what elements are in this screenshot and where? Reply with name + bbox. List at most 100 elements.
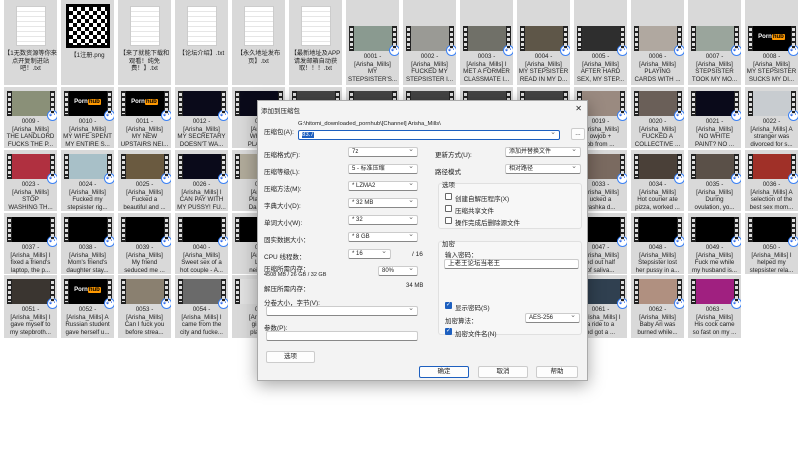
file-tile[interactable]: ↶ 0009 - [Arisha_Mills] THE LANDLORD FUCK… bbox=[4, 87, 57, 148]
file-tile[interactable]: 【最新地址及APP请发邮箱自动获取！！！.txt bbox=[289, 0, 342, 85]
file-tile[interactable]: ↶ 0020 - [Arisha_Mills] FUCKED A COLLECTI… bbox=[631, 87, 684, 148]
encrypt-names-checkbox[interactable]: ✓ bbox=[445, 328, 452, 335]
file-name: 【来了就能下载和观看！纯免费！】.txt bbox=[119, 50, 170, 73]
file-tile[interactable]: ↶ 0039 - [Arisha_Mills] My friend seduced… bbox=[118, 213, 171, 274]
update-select[interactable]: 添加并替换文件 bbox=[505, 146, 581, 157]
file-tile[interactable]: ↶ 0006 - [Arisha_Mills] PLAYING CARDS WIT… bbox=[631, 0, 684, 85]
video-thumbnail: ↶ bbox=[633, 279, 684, 309]
file-name: 0062 - [Arisha_Mills] Baby Ari was burne… bbox=[637, 306, 678, 336]
enc-method-select[interactable]: AES-256 bbox=[525, 312, 580, 323]
shortcut-arrow-icon: ↶ bbox=[787, 236, 798, 247]
shortcut-arrow-icon: ↶ bbox=[160, 236, 171, 247]
file-name: 0006 - [Arisha_Mills] PLAYING CARDS WITH… bbox=[634, 53, 681, 83]
file-name: 0012 - [Arisha_Mills] MY SECRETARY DOESN… bbox=[177, 118, 226, 148]
file-tile[interactable]: ↶ 0040 - [Arisha_Mills] Sweet sex of a ho… bbox=[175, 213, 228, 274]
show-password-checkbox[interactable]: ✓ bbox=[445, 302, 452, 309]
dmem-value: 34 MB bbox=[406, 283, 424, 289]
archive-label: 压缩包(A): bbox=[264, 129, 294, 136]
params-input[interactable] bbox=[266, 331, 418, 341]
file-tile[interactable]: ↶ 0049 - [Arisha_Mills] Fuck me while my … bbox=[688, 213, 741, 274]
file-tile[interactable]: ↶ 0025 - [Arisha_Mills] Fucked a beautifu… bbox=[118, 150, 171, 211]
archive-name-input[interactable]: 83.7 bbox=[298, 129, 560, 140]
file-tile[interactable]: ↶ 0024 - [Arisha_Mills] Fucked my stepsis… bbox=[61, 150, 114, 211]
shortcut-arrow-icon: ↶ bbox=[103, 173, 114, 184]
shortcut-arrow-icon: ↶ bbox=[217, 110, 228, 121]
file-tile[interactable]: 【永久地址发布页】.txt bbox=[232, 0, 285, 85]
file-tile[interactable]: ↶ 0012 - [Arisha_Mills] MY SECRETARY DOES… bbox=[175, 87, 228, 148]
shortcut-arrow-icon: ↶ bbox=[787, 110, 798, 121]
file-tile[interactable]: ↶ 0021 - [Arisha_Mills] NO WHITE PAINT? N… bbox=[688, 87, 741, 148]
word-select[interactable]: * 32 bbox=[348, 214, 418, 225]
dict-select[interactable]: * 32 MB bbox=[348, 197, 418, 208]
file-tile[interactable]: ↶ 0005 - [Arisha_Mills] AFTER HARD SEX, M… bbox=[574, 0, 627, 85]
shared-checkbox[interactable] bbox=[445, 205, 452, 212]
file-name: 0052 - [Arisha_Mills] A Russian student … bbox=[65, 306, 110, 336]
delete-checkbox[interactable] bbox=[445, 217, 452, 224]
file-tile[interactable]: ↶ 0026 - [Arisha_Mills] I CAN PAY WITH MY… bbox=[175, 150, 228, 211]
file-tile[interactable]: ↶ 0054 - [Arisha_Mills] I came from the c… bbox=[175, 275, 228, 338]
file-tile[interactable]: ↶ 0037 - [Arisha_Mills] I fixed a friend'… bbox=[4, 213, 57, 274]
file-tile[interactable]: ↶ 0062 - [Arisha_Mills] Baby Ari was burn… bbox=[631, 275, 684, 338]
text-file-icon bbox=[186, 6, 217, 46]
shortcut-arrow-icon: ↶ bbox=[46, 173, 57, 184]
browse-button[interactable]: ... bbox=[571, 128, 585, 140]
password-input[interactable]: 上老王论坛当老王 bbox=[444, 259, 579, 269]
file-name: 0040 - [Arisha_Mills] Sweet sex of a hot… bbox=[180, 244, 223, 274]
split-select[interactable] bbox=[266, 305, 418, 316]
file-tile[interactable]: ↶ 0035 - [Arisha_Mills] During ovulation,… bbox=[688, 150, 741, 211]
mem-percent-select[interactable]: 80% bbox=[378, 265, 418, 276]
file-tile[interactable]: ↶ 0023 - [Arisha_Mills] STOP WASHING TH..… bbox=[4, 150, 57, 211]
shortcut-arrow-icon: ↶ bbox=[160, 298, 171, 309]
file-tile[interactable]: ↶ 0038 - [Arisha_Mills] Mom's friend's da… bbox=[61, 213, 114, 274]
file-tile[interactable]: 【论坛介绍】.txt bbox=[175, 0, 228, 85]
video-thumbnail: ↶ bbox=[120, 154, 171, 184]
video-thumbnail: ↶ bbox=[177, 217, 228, 247]
close-icon[interactable]: ✕ bbox=[575, 104, 582, 113]
level-select[interactable]: 5 - 标准压缩 bbox=[348, 163, 418, 174]
file-tile[interactable]: Pornhub ↶ 0010 - [Arisha_Mills] MY WIFE SP… bbox=[61, 87, 114, 148]
file-tile[interactable]: ↶ 0003 - [Arisha_Mills] I MET A FORMER CL… bbox=[460, 0, 513, 85]
solid-select[interactable]: * 8 GB bbox=[348, 231, 418, 242]
file-tile[interactable]: ↶ 0001 - [Arisha_Mills] MY STEPSISTER'S..… bbox=[346, 0, 399, 85]
shortcut-arrow-icon: ↶ bbox=[787, 45, 798, 56]
video-thumbnail: ↶ bbox=[747, 91, 798, 121]
file-tile[interactable]: 【1注册.png bbox=[61, 0, 114, 85]
file-tile[interactable]: ↶ 0036 - [Arisha_Mills] A selection of th… bbox=[745, 150, 798, 211]
format-select[interactable]: 7z bbox=[348, 146, 418, 157]
options-button[interactable]: 选项 bbox=[266, 351, 315, 363]
file-tile[interactable]: ↶ 0050 - [Arisha_Mills] I helped my steps… bbox=[745, 213, 798, 274]
method-select[interactable]: * LZMA2 bbox=[348, 180, 418, 191]
file-tile[interactable]: ↶ 0048 - [Arisha_Mills] Stepsister lost h… bbox=[631, 213, 684, 274]
cancel-button[interactable]: 取消 bbox=[478, 366, 528, 378]
shortcut-arrow-icon: ↶ bbox=[616, 110, 627, 121]
pathmode-select[interactable]: 相对路径 bbox=[505, 163, 581, 174]
file-tile[interactable]: Pornhub ↶ 0011 - [Arisha_Mills] MY NEW UPS… bbox=[118, 87, 171, 148]
video-thumbnail: ↶ bbox=[6, 91, 57, 121]
video-thumbnail: Pornhub ↶ bbox=[120, 91, 171, 121]
file-tile[interactable]: ↶ 0034 - [Arisha_Mills] Hot courier ate p… bbox=[631, 150, 684, 211]
file-tile[interactable]: ↶ 0051 - [Arisha_Mills] I gave myself to … bbox=[4, 275, 57, 338]
file-tile[interactable]: ↶ 0004 - [Arisha_Mills] MY STEPSISTER REA… bbox=[517, 0, 570, 85]
file-tile[interactable]: 【1无数资源等你来 点开复制进站吧！.txt bbox=[4, 0, 57, 85]
archive-path: G:\hitomi_downloaded_pornhub\[Channel] A… bbox=[298, 121, 441, 127]
text-file-icon bbox=[15, 6, 46, 46]
file-tile[interactable]: Pornhub ↶ 0008 - [Arisha_Mills] MY STEPSIS… bbox=[745, 0, 798, 85]
file-tile[interactable]: ↶ 0053 - [Arisha_Mills] Can I fuck you be… bbox=[118, 275, 171, 338]
file-tile[interactable]: 【来了就能下载和观看！纯免费！】.txt bbox=[118, 0, 171, 85]
cpu-select[interactable]: * 16 bbox=[348, 248, 391, 259]
file-tile[interactable]: ↶ 0002 - [Arisha_Mills] FUCKED MY STEPSIS… bbox=[403, 0, 456, 85]
enc-method-label: 加密算法： bbox=[445, 318, 478, 325]
file-name: 0035 - [Arisha_Mills] During ovulation, … bbox=[694, 181, 735, 211]
file-tile[interactable]: ↶ 0007 - [Arisha_Mills] STEPSISTER TOOK M… bbox=[688, 0, 741, 85]
sfx-checkbox[interactable] bbox=[445, 193, 452, 200]
text-file-icon bbox=[243, 6, 274, 46]
help-button[interactable]: 帮助 bbox=[536, 366, 578, 378]
video-thumbnail: ↶ bbox=[177, 154, 228, 184]
file-tile[interactable]: ↶ 0063 - [Arisha_Mills] His cock came so … bbox=[688, 275, 741, 338]
file-tile[interactable]: Pornhub ↶ 0052 - [Arisha_Mills] A Russian … bbox=[61, 275, 114, 338]
logo: Pornhub bbox=[758, 34, 785, 40]
ok-button[interactable]: 确定 bbox=[419, 366, 469, 378]
video-thumbnail: ↶ bbox=[690, 91, 741, 121]
file-tile[interactable]: ↶ 0022 - [Arisha_Mills] A stranger was di… bbox=[745, 87, 798, 148]
file-name: 0011 - [Arisha_Mills] MY NEW UPSTAIRS NE… bbox=[120, 118, 169, 148]
